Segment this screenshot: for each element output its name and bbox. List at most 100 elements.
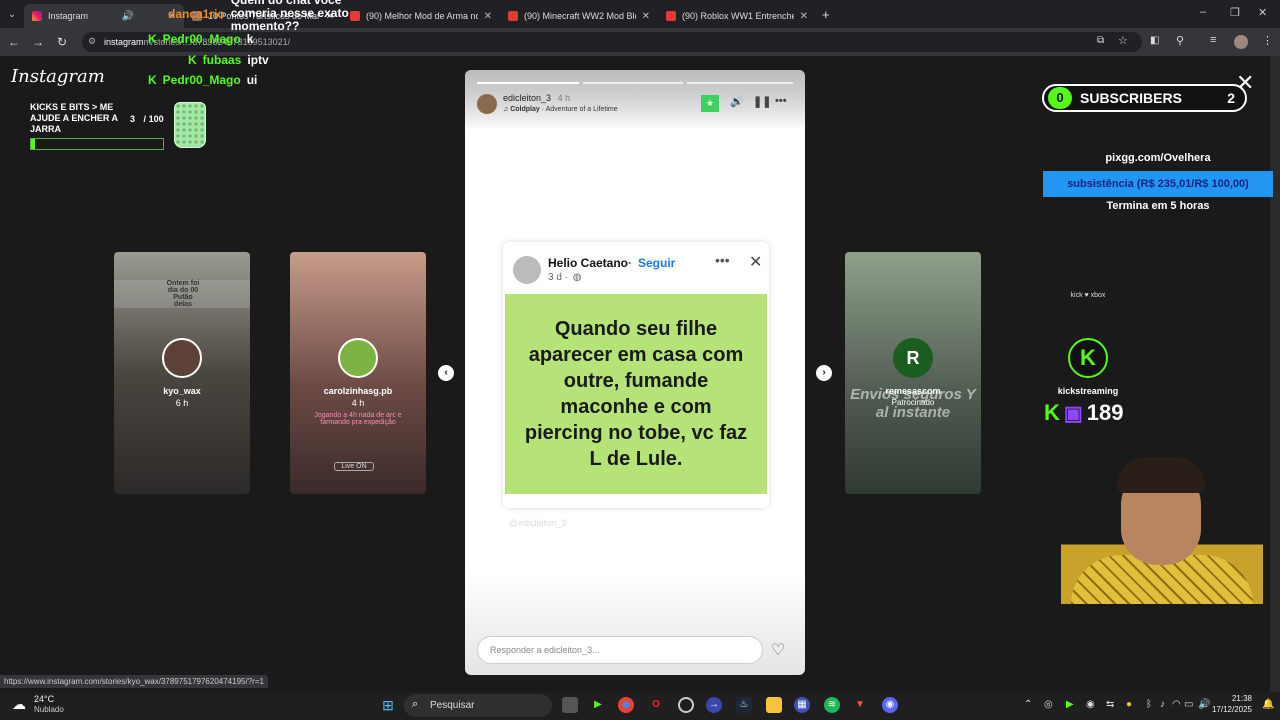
task-view-icon[interactable] (562, 697, 578, 713)
discord-icon[interactable]: ◉ (882, 697, 898, 713)
weather-icon[interactable]: ☁ (12, 696, 26, 713)
more-options-icon[interactable]: ••• (775, 95, 787, 107)
microphone-icon[interactable]: ♪ (1160, 699, 1165, 710)
pix-goal-bar: subsistência (R$ 235,01/R$ 100,00) (1043, 171, 1273, 197)
next-story-button[interactable]: › (816, 365, 832, 381)
app-icon[interactable]: ▦ (794, 697, 810, 713)
install-app-icon[interactable]: ⧉ (1097, 35, 1104, 46)
viewer-avatar[interactable] (477, 94, 497, 114)
jar-separator: / (143, 114, 147, 124)
fb-time-text: 3 d · (548, 272, 569, 283)
instagram-logo[interactable]: Instagram (11, 66, 105, 87)
wifi-icon[interactable]: ◠ (1172, 699, 1181, 710)
close-tab-icon[interactable]: ✕ (800, 11, 808, 22)
chat-username: Pedr00_Mago (162, 73, 241, 87)
fb-follow-label: Seguir (638, 256, 676, 270)
menu-icon[interactable]: ⋮ (1262, 34, 1273, 47)
fb-time: 3 d · ◍ (548, 272, 582, 283)
app-icon[interactable]: → (706, 697, 722, 713)
tab-search-chevron-icon[interactable]: ⌄ (0, 9, 24, 20)
profile-avatar[interactable] (1234, 35, 1248, 49)
mute-icon[interactable]: 🔊 (730, 95, 744, 108)
close-window-button[interactable]: ✕ (1258, 6, 1267, 19)
progress-segment (687, 82, 793, 84)
previous-story-button[interactable]: ‹ (438, 365, 454, 381)
story-time: 4 h (351, 398, 365, 408)
taskbar-search[interactable]: Pesquisar (404, 694, 552, 717)
jar-progress-fill (31, 139, 35, 149)
tab-instagram[interactable]: Instagram 🔊 ✕ (24, 4, 184, 28)
tray-app-icon[interactable]: ● (1126, 699, 1132, 710)
chat-username: Pedr00_Mago (162, 32, 241, 46)
clock-date[interactable]: 17/12/2025 (1208, 705, 1252, 714)
steam-icon[interactable]: ♨ (736, 697, 752, 713)
pix-url: pixgg.com/Ovelhera (1105, 152, 1211, 164)
story-username: kickstreaming (1057, 386, 1119, 396)
tray-app-icon[interactable]: ◉ (1086, 699, 1095, 710)
bookmark-star-icon[interactable]: ☆ (1118, 34, 1128, 47)
webcam-overlay (1061, 455, 1263, 604)
pause-icon[interactable]: ❚❚ (753, 95, 771, 108)
tray-app-icon[interactable]: ◎ (1044, 699, 1053, 710)
extension-icon[interactable]: ◧ (1150, 35, 1159, 46)
story-card-remesascom[interactable]: R remesascom Patrocinado Envios seguros … (845, 252, 981, 494)
puzzle-icon[interactable]: ⚲ (1176, 34, 1184, 47)
file-explorer-icon[interactable] (766, 697, 782, 713)
weather-condition[interactable]: Nublado (34, 705, 64, 714)
windows-taskbar: ☁ 24°C Nublado ⊞ Pesquisar ⌕ ▶ O → ♨ ▦ ≋… (0, 692, 1280, 720)
close-tab-icon[interactable]: ✕ (642, 11, 650, 22)
back-icon[interactable]: ← (2, 35, 26, 49)
site-info-icon[interactable]: ⚙ (88, 36, 96, 47)
viewer-music[interactable]: ♫ Coldplay · Adventure of a Lifetime (503, 106, 618, 113)
media-icon[interactable]: ≡ (1210, 34, 1216, 46)
reload-icon[interactable]: ↻ (50, 35, 74, 49)
pix-ends: Termina em 5 horas (1106, 200, 1210, 212)
story-watermark: @edicleiton_3 (509, 518, 567, 528)
viewer-username[interactable]: edicleiton_3 4 h (503, 93, 570, 103)
maximize-button[interactable]: ❐ (1230, 6, 1240, 19)
tray-play-icon[interactable]: ▶ (1066, 699, 1074, 710)
tab-minecraft-ww2[interactable]: (90) Minecraft WW2 Mod Block... ✕ (500, 4, 658, 28)
notification-icon[interactable]: 🔔 (1262, 699, 1274, 710)
kick-logo-icon: K (1068, 338, 1108, 378)
reply-input[interactable]: Responder a edicleiton_3... (477, 636, 763, 664)
tab-roblox-ww1[interactable]: (90) Roblox WW1 Entrenched (... ✕ (658, 4, 816, 28)
chat-message: K Pedr00_Mago ui (148, 73, 257, 87)
kick-k-icon: K (1044, 400, 1060, 425)
obs-icon[interactable] (678, 697, 694, 713)
tray-chevron-icon[interactable]: ⌃ (1024, 699, 1032, 710)
chrome-icon[interactable] (618, 697, 634, 713)
close-tab-icon[interactable]: ✕ (484, 11, 492, 22)
play-app-icon[interactable]: ▶ (590, 697, 606, 713)
story-card-kyo-wax[interactable]: Ontem foi dia do 00 Putão delas kyo_wax … (114, 252, 250, 494)
story-card-carolzinhasg[interactable]: carolzinhasg.pb 4 h Jogando a 4h nada de… (290, 252, 426, 494)
speaker-icon[interactable]: 🔊 (122, 11, 134, 22)
fb-author: Helio Caetano (548, 256, 629, 270)
tray-app-icon[interactable]: ⇆ (1106, 699, 1114, 710)
spotify-icon[interactable]: ≋ (824, 697, 840, 713)
fb-close-icon: ✕ (749, 254, 763, 271)
tab-label: (90) Roblox WW1 Entrenched (... (682, 11, 794, 21)
chat-message: K Pedr00_Mago k (148, 32, 253, 46)
jar-goal: 100 (148, 114, 164, 124)
kick-badge-icon: K (148, 73, 157, 87)
chat-message: danca1rio Quem do chat você comeria ness… (168, 0, 391, 33)
new-tab-button[interactable]: + (822, 7, 830, 22)
story-avatar (338, 338, 378, 378)
shared-facebook-post: Helio Caetano · Seguir 3 d · ◍ ••• ✕ Quan… (503, 242, 769, 508)
music-artist: Coldplay (510, 106, 540, 113)
bluetooth-icon[interactable]: ᛒ (1146, 699, 1152, 710)
network-icon[interactable]: ▭ (1184, 699, 1193, 710)
link-status-bar: https://www.instagram.com/stories/kyo_wa… (0, 675, 268, 688)
forward-icon[interactable]: → (26, 35, 50, 49)
heart-icon[interactable]: ♡ (771, 640, 785, 660)
story-avatar (162, 338, 202, 378)
minimize-button[interactable]: – (1200, 6, 1206, 18)
windows-start-icon[interactable]: ⊞ (380, 697, 396, 713)
globe-icon: ◍ (572, 272, 582, 283)
brave-icon[interactable]: ▼ (852, 697, 868, 713)
clock-time[interactable]: 21:38 (1222, 694, 1252, 703)
opera-icon[interactable]: O (648, 697, 664, 713)
youtube-icon (666, 11, 676, 21)
weather-temp[interactable]: 24°C (34, 694, 54, 704)
